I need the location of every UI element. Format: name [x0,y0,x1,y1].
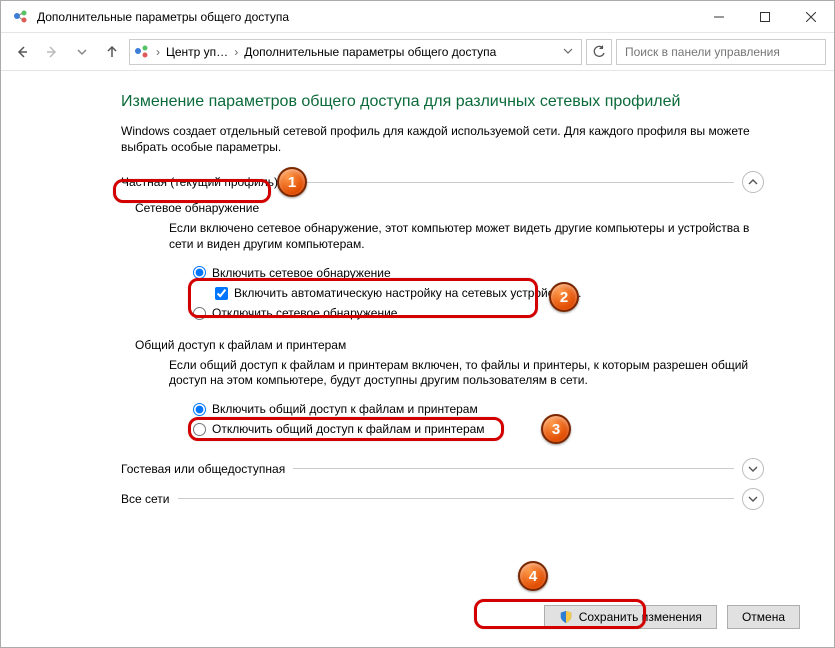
divider [293,468,734,469]
divider [178,498,735,499]
sharing-options: Включить общий доступ к файлам и принтер… [193,399,764,440]
sharing-off-row[interactable]: Отключить общий доступ к файлам и принте… [193,419,764,439]
save-button-label: Сохранить изменения [579,610,702,624]
chevron-down-icon [748,494,758,504]
discovery-off-row[interactable]: Отключить сетевое обнаружение [193,303,764,323]
breadcrumb-sep: › [156,45,160,59]
section-guest-header[interactable]: Гостевая или общедоступная [121,458,764,480]
forward-button[interactable] [39,39,65,65]
section-private-label: Частная (текущий профиль) [121,175,286,189]
discovery-heading: Сетевое обнаружение [135,201,764,215]
search-box[interactable] [616,39,826,65]
save-button[interactable]: Сохранить изменения [544,605,717,629]
arrow-up-icon [105,45,119,59]
chevron-down-icon [77,47,87,57]
network-icon [134,44,150,60]
window-title: Дополнительные параметры общего доступа [37,10,289,24]
arrow-left-icon [15,45,29,59]
footer: Сохранить изменения Отмена [35,605,800,629]
up-button[interactable] [99,39,125,65]
sharing-on-row[interactable]: Включить общий доступ к файлам и принтер… [193,399,764,419]
chevron-down-icon [748,464,758,474]
arrow-right-icon [45,45,59,59]
discovery-body: Если включено сетевое обнаружение, этот … [169,221,764,252]
cancel-button[interactable]: Отмена [727,605,800,629]
discovery-off-radio[interactable] [193,307,206,320]
maximize-button[interactable] [742,1,788,33]
cancel-button-label: Отмена [742,610,785,624]
address-bar[interactable]: › Центр уп… › Дополнительные параметры о… [129,39,582,65]
sharing-on-radio[interactable] [193,403,206,416]
minimize-icon [714,12,724,22]
back-button[interactable] [9,39,35,65]
discovery-off-label: Отключить сетевое обнаружение [212,303,397,323]
section-guest-label: Гостевая или общедоступная [121,462,293,476]
section-all-label: Все сети [121,492,178,506]
recent-locations-button[interactable] [69,39,95,65]
sharing-heading: Общий доступ к файлам и принтерам [135,338,764,352]
network-icon [13,9,29,25]
sharing-on-label: Включить общий доступ к файлам и принтер… [212,399,478,419]
chevron-up-icon [748,177,758,187]
expand-button-all[interactable] [742,488,764,510]
close-icon [806,12,816,22]
expand-button-guest[interactable] [742,458,764,480]
chevron-down-icon [563,46,573,56]
refresh-icon [592,45,606,59]
content-area: Изменение параметров общего доступа для … [1,71,834,510]
breadcrumb-seg-2[interactable]: Дополнительные параметры общего доступа [244,45,496,59]
discovery-auto-checkbox[interactable] [215,287,228,300]
sharing-off-radio[interactable] [193,423,206,436]
breadcrumb-sep: › [234,45,238,59]
discovery-on-label: Включить сетевое обнаружение [212,263,391,283]
discovery-on-row[interactable]: Включить сетевое обнаружение [193,263,764,283]
callout-badge-4: 4 [518,561,548,591]
sharing-body: Если общий доступ к файлам и принтерам в… [169,358,764,389]
sharing-off-label: Отключить общий доступ к файлам и принте… [212,419,485,439]
window: Дополнительные параметры общего доступа [0,0,835,648]
address-dropdown[interactable] [559,45,577,59]
discovery-options: Включить сетевое обнаружение Включить ав… [193,263,764,324]
refresh-button[interactable] [586,39,612,65]
discovery-auto-label: Включить автоматическую настройку на сет… [234,283,582,303]
page-subtitle: Windows создает отдельный сетевой профил… [121,123,764,155]
maximize-icon [760,12,770,22]
section-private-header[interactable]: Частная (текущий профиль) [121,171,764,193]
minimize-button[interactable] [696,1,742,33]
close-button[interactable] [788,1,834,33]
search-input[interactable] [623,44,819,60]
discovery-on-radio[interactable] [193,266,206,279]
divider [286,182,734,183]
titlebar: Дополнительные параметры общего доступа [1,1,834,33]
page-title: Изменение параметров общего доступа для … [121,93,764,111]
collapse-button-private[interactable] [742,171,764,193]
breadcrumb-seg-1[interactable]: Центр уп… [166,45,228,59]
nav-row: › Центр уп… › Дополнительные параметры о… [1,33,834,71]
section-all-header[interactable]: Все сети [121,488,764,510]
discovery-auto-row[interactable]: Включить автоматическую настройку на сет… [215,283,764,303]
shield-icon [559,610,573,624]
